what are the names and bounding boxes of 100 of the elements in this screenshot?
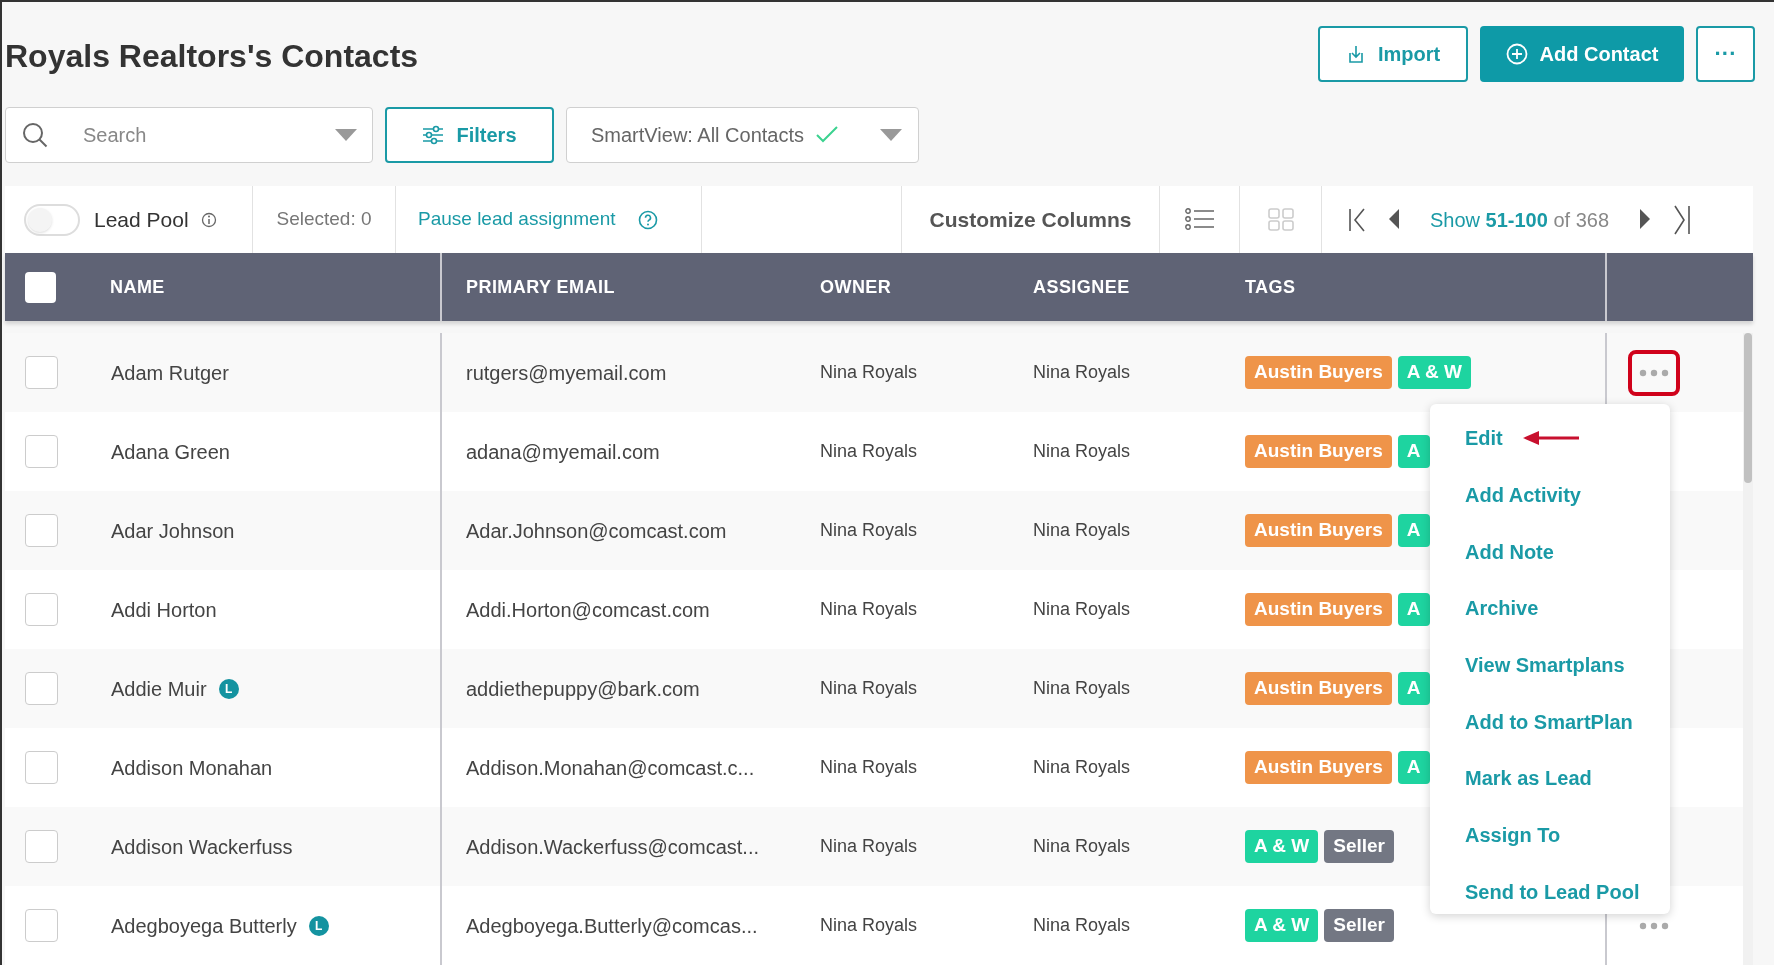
contact-name[interactable]: Addison Monahan	[111, 752, 273, 783]
next-button[interactable]	[1639, 207, 1652, 232]
menu-item[interactable]: Add Note	[1465, 536, 1554, 567]
row-checkbox[interactable]	[25, 751, 58, 784]
owner-cell-text: Nina Royals	[820, 440, 918, 463]
filters-button[interactable]: Filters	[385, 107, 554, 163]
menu-item[interactable]: View Smartplans	[1465, 650, 1625, 681]
owner-cell-text: Nina Royals	[820, 519, 918, 542]
row-checkbox[interactable]	[25, 514, 58, 547]
column-header: OWNER	[820, 275, 892, 299]
ellipsis-icon	[1639, 921, 1669, 930]
email-cell-text: Adar.Johnson@comcast.com	[466, 518, 727, 544]
menu-item[interactable]: Edit	[1465, 423, 1503, 454]
tag: A	[1397, 593, 1430, 626]
assignee-cell-text: Nina Royals	[1033, 756, 1131, 779]
tag: Austin Buyers	[1245, 356, 1392, 389]
assignee-cell-text: Nina Royals	[1033, 835, 1131, 858]
row-checkbox[interactable]	[25, 593, 58, 626]
plus-circle-icon	[1505, 43, 1528, 65]
column-header: ASSIGNEE	[1033, 275, 1130, 299]
caret-icon	[335, 129, 357, 141]
pause-link[interactable]: Pause lead assignment	[418, 205, 616, 234]
next-icon	[1639, 207, 1652, 232]
last-page-icon	[1673, 204, 1692, 235]
tag: A	[1397, 514, 1430, 547]
assignee-cell-text: Nina Royals	[1033, 677, 1131, 700]
lead-badge: L	[218, 678, 239, 699]
scrollbar-thumb[interactable]	[1744, 333, 1752, 483]
tag: A & W	[1245, 909, 1319, 942]
assignee-cell-text: Nina Royals	[1033, 440, 1131, 463]
email-cell-text: Addi.Horton@comcast.com	[466, 597, 710, 623]
email-cell-text: adana@myemail.com	[466, 439, 660, 465]
lead-pool-label: Lead Pool	[94, 206, 189, 233]
column-header: TAGS	[1245, 275, 1296, 299]
tag: A	[1397, 435, 1430, 468]
menu-item[interactable]: Add Activity	[1465, 480, 1581, 511]
toggle-switch[interactable]	[24, 203, 80, 236]
more-button[interactable]: ···	[1696, 26, 1755, 82]
caret-icon	[880, 129, 902, 141]
tag: A	[1397, 751, 1430, 784]
owner-cell-text: Nina Royals	[820, 598, 918, 621]
last-page-button[interactable]	[1673, 204, 1692, 235]
menu-item[interactable]: Assign To	[1465, 820, 1561, 851]
import-button[interactable]: Import	[1318, 26, 1468, 82]
contact-name[interactable]: Addie Muir	[111, 673, 207, 704]
assignee-cell-text: Nina Royals	[1033, 598, 1131, 621]
add-contact-button[interactable]: Add Contact	[1480, 26, 1684, 82]
info-icon	[200, 211, 217, 228]
tag: Seller	[1324, 830, 1394, 863]
menu-item[interactable]: Mark as Lead	[1465, 763, 1592, 794]
owner-cell-text: Nina Royals	[820, 677, 918, 700]
email-cell-text: Addison.Monahan@comcast.c...	[466, 755, 755, 781]
row-checkbox[interactable]	[25, 672, 58, 705]
select-all-checkbox[interactable]	[25, 271, 56, 303]
tag: Austin Buyers	[1245, 672, 1392, 705]
menu-item[interactable]: Send to Lead Pool	[1465, 876, 1640, 907]
menu-item[interactable]: Archive	[1465, 593, 1539, 624]
page-range-text: Show 51-100 of 368	[1430, 207, 1610, 233]
assignee-cell-text: Nina Royals	[1033, 361, 1131, 384]
smartview-dropdown[interactable]: SmartView: All Contacts	[566, 107, 919, 163]
tag: Austin Buyers	[1245, 593, 1392, 626]
tag: Austin Buyers	[1245, 435, 1392, 468]
column-header: PRIMARY EMAIL	[466, 275, 615, 299]
contact-name[interactable]: Adam Rutger	[111, 357, 229, 388]
assignee-cell-text: Nina Royals	[1033, 519, 1131, 542]
contact-name[interactable]: Adegboyega Butterly	[111, 910, 297, 941]
menu-item[interactable]: Add to SmartPlan	[1465, 706, 1633, 737]
owner-cell-text: Nina Royals	[820, 361, 918, 384]
first-page-button[interactable]	[1348, 207, 1366, 232]
contact-name[interactable]: Addi Horton	[111, 594, 217, 625]
owner-cell-text: Nina Royals	[820, 756, 918, 779]
contact-name[interactable]: Adana Green	[111, 436, 230, 467]
search-icon	[21, 121, 49, 149]
email-cell-text: addiethepuppy@bark.com	[466, 676, 700, 702]
tag: Austin Buyers	[1245, 514, 1392, 547]
page-title: Royals Realtors's Contacts	[5, 37, 419, 76]
search-field[interactable]: Search	[5, 107, 373, 163]
selected-count: Selected: 0	[276, 207, 372, 232]
grid-icon	[1267, 208, 1294, 231]
first-page-icon	[1348, 207, 1366, 232]
row-checkbox[interactable]	[25, 435, 58, 468]
row-checkbox[interactable]	[25, 830, 58, 863]
owner-cell-text: Nina Royals	[820, 914, 918, 937]
lead-badge: L	[308, 915, 329, 936]
row-checkbox[interactable]	[25, 909, 58, 942]
assignee-cell-text: Nina Royals	[1033, 914, 1131, 937]
row-checkbox[interactable]	[25, 356, 58, 389]
row-actions-button[interactable]	[1628, 349, 1680, 396]
list-icon	[1184, 208, 1215, 231]
email-cell-text: Addison.Wackerfuss@comcast...	[466, 834, 759, 860]
tag: Austin Buyers	[1245, 751, 1392, 784]
tag: A & W	[1397, 356, 1472, 389]
contact-name[interactable]: Adar Johnson	[111, 515, 235, 546]
column-header: NAME	[110, 275, 165, 299]
email-cell-text: rutgers@myemail.com	[466, 360, 667, 386]
sliders-icon	[422, 125, 445, 145]
contact-name[interactable]: Addison Wackerfuss	[111, 831, 293, 862]
tag: Seller	[1324, 909, 1394, 942]
owner-cell-text: Nina Royals	[820, 835, 918, 858]
ellipsis-icon	[1639, 368, 1669, 377]
